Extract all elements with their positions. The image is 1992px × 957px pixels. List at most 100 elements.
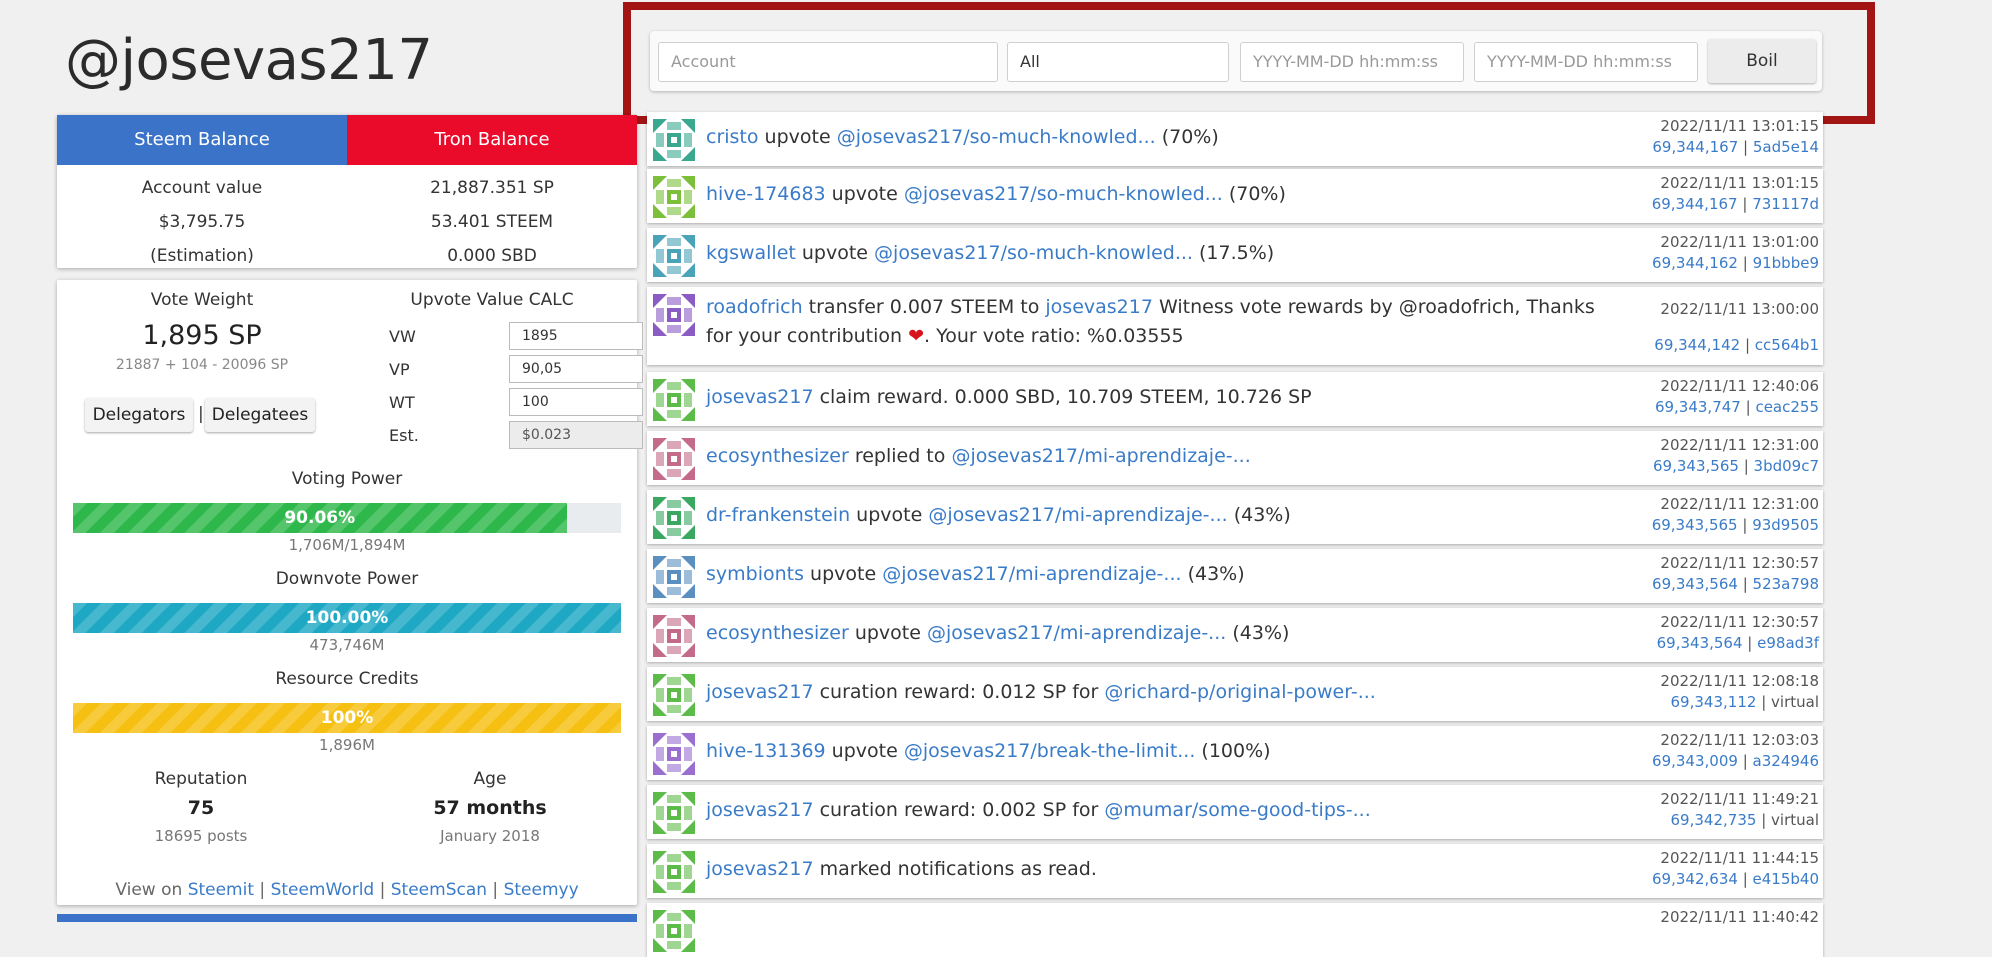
feed-user-link[interactable]: hive-174683 [706, 183, 826, 205]
boil-button[interactable]: Boil [1708, 39, 1816, 83]
feed-block-link[interactable]: 69,342,735 [1671, 811, 1757, 829]
upvote-calc-label: Upvote Value CALC [410, 290, 574, 310]
resource-credits-sub: 1,896M [319, 736, 375, 754]
avatar[interactable] [653, 176, 695, 218]
feed-row: hive-174683 upvote @josevas217/so-much-k… [647, 169, 1823, 223]
feed-date: 2022/11/11 13:00:00 [1660, 300, 1819, 318]
feed-user-link[interactable]: symbionts [706, 563, 804, 585]
downvote-power-bar: 100.00% [73, 603, 621, 633]
feed-user-link[interactable]: josevas217 [706, 799, 814, 821]
feed-tx-link[interactable]: 91bbbe9 [1753, 254, 1819, 272]
link-steemyy[interactable]: Steemyy [504, 880, 579, 900]
tab-tron-balance[interactable]: Tron Balance [347, 115, 637, 165]
feed-user-link[interactable]: josevas217 [706, 681, 814, 703]
feed-block-link[interactable]: 69,344,167 [1652, 138, 1738, 156]
feed-tx-link[interactable]: 5ad5e14 [1753, 138, 1819, 156]
feed-tx-link[interactable]: e98ad3f [1757, 634, 1819, 652]
feed-block-link[interactable]: 69,342,634 [1652, 870, 1738, 888]
feed-tail-text: Witness vote rewards by @roadofrich, Tha… [1152, 296, 1595, 318]
feed-post-link[interactable]: @josevas217/so-much-knowled... [904, 183, 1223, 205]
feed-user-link[interactable]: kgswallet [706, 242, 796, 264]
balance-note: (Estimation) [150, 246, 254, 266]
feed-user-link[interactable]: cristo [706, 126, 759, 148]
feed-user-link[interactable]: dr-frankenstein [706, 504, 850, 526]
feed-user-link[interactable]: josevas217 [706, 858, 814, 880]
calc-wt-input[interactable]: 100 [509, 388, 643, 416]
feed-post-link[interactable]: @josevas217/mi-aprendizaje-... [928, 504, 1227, 526]
feed-tx-link[interactable]: 523a798 [1753, 575, 1819, 593]
link-steemworld[interactable]: SteemWorld [271, 880, 375, 900]
feed-post-link[interactable]: @josevas217/so-much-knowled... [837, 126, 1156, 148]
avatar[interactable] [653, 235, 695, 277]
avatar[interactable] [653, 294, 695, 336]
feed-action-text: claim reward. 0.000 SBD, 10.709 STEEM, 1… [813, 386, 1312, 408]
date-from-input[interactable]: YYYY-MM-DD hh:mm:ss [1240, 42, 1464, 82]
feed-block-link[interactable]: 69,343,565 [1653, 457, 1739, 475]
avatar[interactable] [653, 792, 695, 834]
link-steemscan[interactable]: SteemScan [391, 880, 487, 900]
voting-power-bar: 90.06% [73, 503, 621, 533]
avatar[interactable] [653, 438, 695, 480]
delegators-button[interactable]: Delegators [85, 398, 193, 432]
feed-user-link[interactable]: hive-131369 [706, 740, 826, 762]
feed-tx-link: virtual [1771, 811, 1819, 829]
feed-block-link[interactable]: 69,343,564 [1657, 634, 1743, 652]
avatar[interactable] [653, 674, 695, 716]
feed-block-link[interactable]: 69,344,167 [1652, 195, 1738, 213]
feed-post-link[interactable]: @josevas217/mi-aprendizaje-... [951, 445, 1250, 467]
feed-block-link[interactable]: 69,343,112 [1671, 693, 1757, 711]
feed-block-link[interactable]: 69,344,162 [1652, 254, 1738, 272]
feed-post-link[interactable]: @mumar/some-good-tips-... [1104, 799, 1370, 821]
feed-date: 2022/11/11 12:30:57 [1660, 554, 1819, 572]
avatar[interactable] [653, 733, 695, 775]
avatar[interactable] [653, 556, 695, 598]
reputation-label: Reputation [154, 769, 248, 789]
avatar[interactable] [653, 497, 695, 539]
link-steemit[interactable]: Steemit [188, 880, 254, 900]
feed-user-link[interactable]: ecosynthesizer [706, 622, 849, 644]
feed-separator: | [1742, 575, 1748, 593]
feed-block-link[interactable]: 69,343,747 [1655, 398, 1741, 416]
feed-tx-link[interactable]: a324946 [1753, 752, 1819, 770]
feed-block-link[interactable]: 69,343,009 [1652, 752, 1738, 770]
account-input[interactable]: Account [658, 42, 998, 82]
feed-user-link[interactable]: josevas217 [706, 386, 814, 408]
feed-tx-link[interactable]: e415b40 [1753, 870, 1819, 888]
feed-separator: | [1742, 195, 1748, 213]
feed-row-text: cristo upvote @josevas217/so-much-knowle… [706, 126, 1219, 148]
feed-separator: | [1743, 138, 1749, 156]
feed-post-link[interactable]: @richard-p/original-power-... [1104, 681, 1375, 703]
feed-row-text: kgswallet upvote @josevas217/so-much-kno… [706, 242, 1274, 264]
reputation-stat: Reputation 75 18695 posts [91, 769, 311, 845]
tab-steem-balance[interactable]: Steem Balance [57, 115, 347, 165]
feed-row: josevas217 marked notifications as read.… [647, 844, 1823, 898]
feed-user-link[interactable]: ecosynthesizer [706, 445, 849, 467]
avatar[interactable] [653, 910, 695, 952]
feed-post-link[interactable]: @josevas217/so-much-knowled... [874, 242, 1193, 264]
feed-block-link[interactable]: 69,343,565 [1652, 516, 1738, 534]
feed-post-link[interactable]: @josevas217/mi-aprendizaje-... [927, 622, 1226, 644]
vote-card: Vote Weight 1,895 SP 21887 + 104 - 20096… [57, 280, 643, 905]
feed-block-link[interactable]: 69,344,142 [1654, 336, 1740, 354]
feed-date: 2022/11/11 12:08:18 [1660, 672, 1819, 690]
operation-type-select[interactable]: All [1007, 42, 1229, 82]
calc-vw-input[interactable]: 1895 [509, 322, 643, 350]
feed-block-link[interactable]: 69,343,564 [1652, 575, 1738, 593]
feed-tx-link[interactable]: 731117d [1752, 195, 1819, 213]
feed-user-link[interactable]: roadofrich [706, 296, 803, 318]
delegatees-button[interactable]: Delegatees [205, 398, 315, 432]
avatar[interactable] [653, 615, 695, 657]
feed-tx-link[interactable]: cc564b1 [1755, 336, 1819, 354]
avatar[interactable] [653, 379, 695, 421]
feed-row-meta: 2022/11/11 12:40:06 69,343,747 | ceac255 [1655, 376, 1819, 418]
feed-post-link[interactable]: @josevas217/mi-aprendizaje-... [882, 563, 1181, 585]
feed-tx-link[interactable]: 93d9505 [1752, 516, 1819, 534]
feed-post-link[interactable]: @josevas217/break-the-limit... [904, 740, 1196, 762]
feed-tx-link[interactable]: 3bd09c7 [1754, 457, 1819, 475]
calc-vp-input[interactable]: 90,05 [509, 355, 643, 383]
avatar[interactable] [653, 851, 695, 893]
feed-post-link[interactable]: josevas217 [1045, 296, 1153, 318]
feed-tx-link[interactable]: ceac255 [1755, 398, 1819, 416]
avatar[interactable] [653, 119, 695, 161]
date-to-input[interactable]: YYYY-MM-DD hh:mm:ss [1474, 42, 1698, 82]
